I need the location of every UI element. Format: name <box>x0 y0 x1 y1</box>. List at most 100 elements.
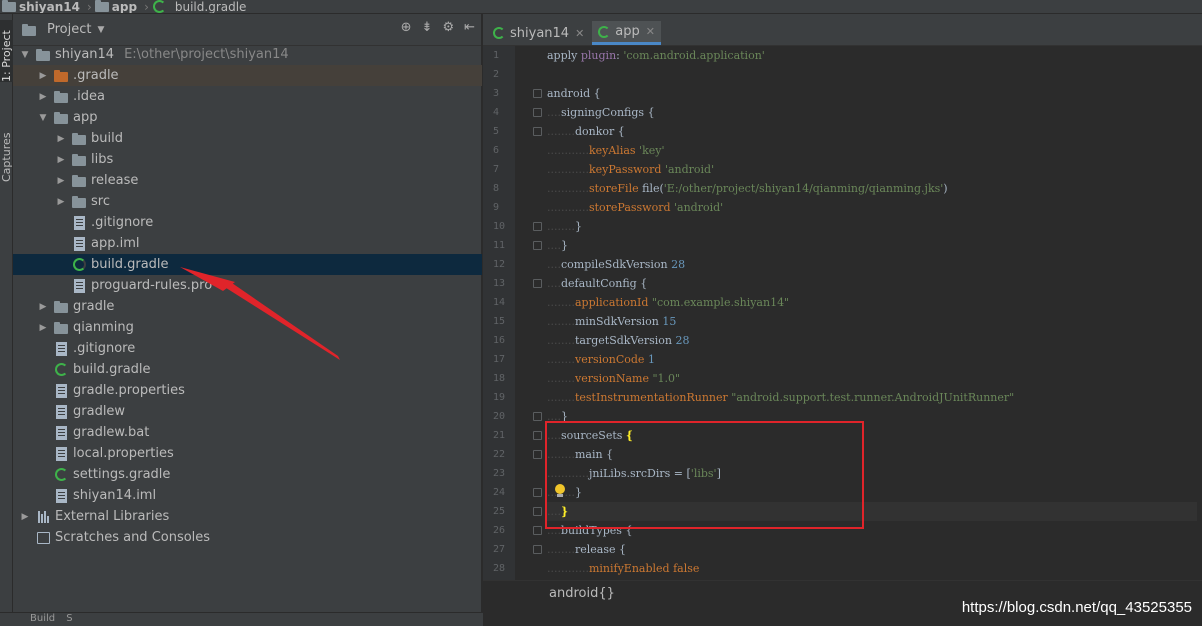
breadcrumb-file[interactable]: build.gradle <box>152 0 246 13</box>
tree-item[interactable]: ▼ shiyan14 E:\other\project\shiyan14 <box>13 44 482 65</box>
tree-item[interactable]: ▶ gradle <box>13 296 482 317</box>
tree-item[interactable]: ▶.gitignore <box>13 338 482 359</box>
tree-item[interactable]: ▶ release <box>13 170 482 191</box>
expanded-arrow-icon[interactable]: ▼ <box>37 113 49 123</box>
target-icon[interactable]: ⊕ <box>401 20 412 35</box>
editor-tab[interactable]: shiyan14 ✕ <box>487 21 590 45</box>
tree-item[interactable]: ▶ libs <box>13 149 482 170</box>
collapsed-arrow-icon[interactable]: ▶ <box>55 176 67 186</box>
breadcrumb-module[interactable]: app <box>94 0 137 13</box>
folder-icon <box>71 153 87 167</box>
code-editor[interactable]: apply plugin: 'com.android.application' a… <box>547 46 1197 597</box>
collapsed-arrow-icon[interactable]: ▶ <box>55 155 67 165</box>
fold-marker-icon[interactable] <box>533 545 542 554</box>
tree-item-label: local.properties <box>73 446 174 461</box>
tree-item[interactable]: ▶app.iml <box>13 233 482 254</box>
hide-icon[interactable]: ⇤ <box>464 20 475 35</box>
collapsed-arrow-icon[interactable]: ▶ <box>37 323 49 333</box>
code-line: ........} <box>547 483 1197 502</box>
fold-marker-icon[interactable] <box>533 488 542 497</box>
fold-marker-icon[interactable] <box>533 127 542 136</box>
code-line: ............keyPassword 'android' <box>547 163 715 176</box>
fold-marker-icon[interactable] <box>533 108 542 117</box>
editor-area: shiyan14 ✕ app ✕ 1 2 3 4 5 6 7 8 9 10 11 12 13 14 15 16 17 1… <box>483 14 1202 626</box>
code-token: 'android' <box>664 163 715 176</box>
folder-icon <box>53 111 69 125</box>
code-token: plugin <box>580 49 617 62</box>
tree-item[interactable]: ▶shiyan14.iml <box>13 485 482 506</box>
editor-tab[interactable]: app ✕ <box>592 21 661 45</box>
tree-item[interactable]: ▶Scratches and Consoles <box>13 527 482 548</box>
close-icon[interactable]: ✕ <box>646 25 655 38</box>
fold-marker-icon[interactable] <box>533 507 542 516</box>
fold-marker-icon[interactable] <box>533 431 542 440</box>
fold-marker-icon[interactable] <box>533 412 542 421</box>
close-icon[interactable]: ✕ <box>575 27 584 40</box>
lightbulb-icon[interactable] <box>554 484 566 498</box>
tree-item[interactable]: ▶ External Libraries <box>13 506 482 527</box>
collapsed-arrow-icon[interactable]: ▶ <box>55 134 67 144</box>
code-token: 1 <box>647 353 655 366</box>
collapsed-arrow-icon[interactable]: ▶ <box>19 512 31 522</box>
code-token: versionName <box>574 372 653 385</box>
chevron-down-icon[interactable]: ▼ <box>97 25 104 35</box>
expanded-arrow-icon[interactable]: ▼ <box>19 50 31 60</box>
project-view-selector[interactable]: Project <box>47 22 91 37</box>
folder-icon <box>53 90 69 104</box>
gear-icon[interactable]: ⚙ <box>442 20 454 35</box>
fold-marker-icon[interactable] <box>533 450 542 459</box>
tree-item[interactable]: ▶gradlew <box>13 401 482 422</box>
code-token: testInstrumentationRunner <box>574 391 732 404</box>
tree-item[interactable]: ▶.gitignore <box>13 212 482 233</box>
tree-item[interactable]: ▼ app <box>13 107 482 128</box>
project-panel-header: Project ▼ ⊕ ⇟ ⚙ ⇤ <box>13 14 481 46</box>
code-line: ........main { <box>547 448 614 461</box>
code-line: ............keyAlias 'key' <box>547 144 665 157</box>
fold-marker-icon[interactable] <box>533 222 542 231</box>
file-icon <box>71 215 87 230</box>
code-token: minSdkVersion <box>574 315 663 328</box>
tree-item[interactable]: ▶gradlew.bat <box>13 422 482 443</box>
fold-marker-icon[interactable] <box>533 526 542 535</box>
tree-item-label: Scratches and Consoles <box>55 530 211 545</box>
tree-item-label: gradlew <box>73 404 126 419</box>
tree-item[interactable]: ▶ .gradle <box>13 65 482 86</box>
line-number: 18 <box>493 373 506 384</box>
tree-item-label: release <box>91 173 139 188</box>
collapsed-arrow-icon[interactable]: ▶ <box>55 197 67 207</box>
tree-item[interactable]: ▶build.gradle <box>13 254 482 275</box>
captures-tool-tab[interactable]: Captures <box>0 112 13 182</box>
tree-item[interactable]: ▶ build <box>13 128 482 149</box>
breadcrumb-project[interactable]: shiyan14 <box>2 0 80 13</box>
fold-marker-icon[interactable] <box>533 89 542 98</box>
tree-item[interactable]: ▶build.gradle <box>13 359 482 380</box>
tree-item-label: proguard-rules.pro <box>91 278 213 293</box>
collapse-icon[interactable]: ⇟ <box>422 20 433 35</box>
build-tool-tab[interactable]: Build <box>30 613 55 624</box>
tree-item[interactable]: ▶settings.gradle <box>13 464 482 485</box>
tree-item[interactable]: ▶local.properties <box>13 443 482 464</box>
code-token: signingConfigs { <box>561 106 655 119</box>
tree-item-label: .gradle <box>73 68 119 83</box>
fold-marker-icon[interactable] <box>533 279 542 288</box>
project-tree: ▼ shiyan14 E:\other\project\shiyan14 ▶ .grad… <box>13 44 482 548</box>
file-icon <box>53 446 69 461</box>
collapsed-arrow-icon[interactable]: ▶ <box>37 71 49 81</box>
tree-item-label: .gitignore <box>73 341 136 356</box>
project-tool-tab[interactable]: 1: Project <box>0 20 13 82</box>
collapsed-arrow-icon[interactable]: ▶ <box>37 302 49 312</box>
tree-item[interactable]: ▶gradle.properties <box>13 380 482 401</box>
folder-icon <box>71 195 87 209</box>
tree-item[interactable]: ▶proguard-rules.pro <box>13 275 482 296</box>
fold-marker-icon[interactable] <box>533 241 542 250</box>
code-token: 'libs' <box>690 467 717 480</box>
code-token: compileSdkVersion <box>561 258 672 271</box>
collapsed-arrow-icon[interactable]: ▶ <box>37 92 49 102</box>
tree-item[interactable]: ▶ qianming <box>13 317 482 338</box>
tree-item[interactable]: ▶ .idea <box>13 86 482 107</box>
tree-item-label: src <box>91 194 110 209</box>
tree-item[interactable]: ▶ src <box>13 191 482 212</box>
code-line: ........release { <box>547 543 626 556</box>
code-token: android { <box>547 87 601 100</box>
tree-item-label: build.gradle <box>91 257 169 272</box>
